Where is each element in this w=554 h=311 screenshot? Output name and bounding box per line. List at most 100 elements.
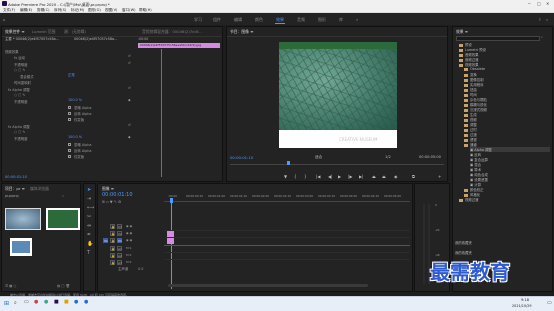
track-label-a2[interactable]: A2: [117, 253, 122, 258]
mark-out-icon[interactable]: }: [304, 174, 307, 179]
row-alpha1-ignore[interactable]: 忽略 Alpha: [74, 105, 92, 110]
tab-audio-clip-mixer[interactable]: 音频剪辑混合器：00046(2)7e4f...: [142, 29, 202, 35]
track-eye-icon[interactable]: ◉ ◉: [126, 225, 132, 228]
app-icon-4[interactable]: ●: [84, 300, 88, 305]
selection-tool-icon[interactable]: ➤: [87, 188, 91, 193]
start-icon[interactable]: ⊞: [4, 301, 9, 307]
reset-opacity-icon[interactable]: ↺: [128, 61, 131, 65]
master-track-value[interactable]: 0.0: [138, 267, 143, 271]
track-toggle[interactable]: 🔒: [110, 224, 115, 229]
row-alpha2-opacity[interactable]: 不透明度: [14, 136, 28, 141]
project-search-icon[interactable]: ⌕: [62, 194, 64, 198]
tab-effects[interactable]: 效果 ≡: [456, 29, 468, 35]
slip-tool-icon[interactable]: ⇹: [87, 224, 91, 229]
home-icon[interactable]: ⌂: [3, 17, 6, 22]
row-motion[interactable]: fx 运动: [14, 55, 25, 60]
row-blend-mode[interactable]: 混合模式: [20, 74, 34, 79]
invert-alpha-2-checkbox[interactable]: [68, 149, 71, 152]
row-alpha1-invert[interactable]: 反转 Alpha: [74, 111, 92, 116]
track-toggle[interactable]: 🔒: [110, 253, 115, 258]
clip-bar[interactable]: 00046(2)e4f570575c56aea5b/c22(9).jpg: [138, 43, 220, 48]
workspace-graphics[interactable]: 图形: [318, 17, 326, 23]
master-clip-label[interactable]: 主要 * 00046(2)e4f57057c58a...: [5, 37, 59, 41]
tree-item-alpha-adjust[interactable]: ▣ Alpha 调整: [470, 147, 550, 152]
track-select-icon[interactable]: ⇥: [87, 197, 91, 202]
reset-motion-icon[interactable]: ↺: [128, 54, 131, 58]
monitor-scrubber[interactable]: [230, 164, 444, 165]
folder-taskbar-icon[interactable]: ■: [64, 300, 69, 305]
track-toggle[interactable]: 🔒: [110, 231, 115, 236]
reset-alpha1-icon[interactable]: ↺: [128, 86, 131, 90]
mark-in-icon[interactable]: {: [294, 174, 297, 179]
track-toggle[interactable]: 🔒: [110, 260, 115, 265]
app-icon-1[interactable]: ●: [34, 300, 38, 305]
ripple-edit-icon[interactable]: ⟷: [87, 206, 94, 211]
effects-search-input[interactable]: [456, 36, 540, 41]
razor-tool-icon[interactable]: ✂: [87, 215, 91, 220]
favorites-1[interactable]: 我的收藏夹: [455, 240, 472, 245]
track-label-a3[interactable]: A3: [117, 260, 122, 265]
ignore-alpha-2-checkbox[interactable]: [68, 143, 71, 146]
add-marker-icon[interactable]: ▼: [284, 174, 287, 179]
type-tool-icon[interactable]: T: [87, 251, 90, 256]
quick-export-icon[interactable]: ⇪: [538, 17, 541, 22]
extract-icon[interactable]: ⏏: [382, 174, 386, 179]
favorites-2[interactable]: 我的收藏夹: [455, 250, 472, 255]
effects-filter-icon[interactable]: ⌕: [541, 35, 543, 40]
track-eye-icon[interactable]: ◉ ◉: [126, 232, 132, 235]
opacity-mask-icons[interactable]: ○ ▢ ✎: [14, 68, 25, 73]
track-toggle[interactable]: 🔒: [110, 238, 115, 243]
export-frame-icon[interactable]: ◉: [394, 174, 398, 179]
track-label-v3[interactable]: V3: [117, 224, 122, 229]
workspace-libraries[interactable]: 库: [339, 17, 343, 23]
list-view-icon[interactable]: ☰ ▦ ○: [5, 284, 16, 288]
workspace-color[interactable]: 颜色: [255, 17, 263, 23]
tab-source[interactable]: 源：(无剪辑): [64, 29, 86, 35]
comparison-view-icon[interactable]: ⧉: [412, 174, 415, 179]
invert-alpha-1-checkbox[interactable]: [68, 112, 71, 115]
effect-controls-timecode[interactable]: 00:00:01:10: [5, 175, 27, 180]
alpha1-mask-icons[interactable]: ○ ▢ ✎: [14, 93, 25, 98]
timeline-timecode[interactable]: 00:00:01:10: [102, 193, 133, 198]
tab-media-browser[interactable]: 媒体浏览器: [30, 186, 49, 192]
workspace-assembly[interactable]: 组件: [213, 17, 221, 23]
track-label-a1[interactable]: A1: [117, 246, 122, 251]
timeline-clip-v1[interactable]: [167, 238, 174, 244]
alpha1-opacity-value[interactable]: 100.0 %: [68, 98, 82, 102]
search-taskbar-icon[interactable]: ⌕: [14, 301, 17, 306]
track-mute-icon[interactable]: M S: [126, 261, 131, 264]
alpha2-mask-icons[interactable]: ○ ▢ ✎: [14, 130, 25, 135]
app-icon-2[interactable]: ●: [44, 300, 48, 305]
reset-alpha2-icon[interactable]: ↺: [128, 123, 131, 127]
go-to-out-icon[interactable]: ▶|: [359, 174, 363, 179]
mask-only-1-checkbox[interactable]: [68, 118, 71, 121]
quality-select[interactable]: 1/2: [385, 155, 391, 160]
project-thumb-2[interactable]: [46, 208, 80, 230]
more-workspaces-icon[interactable]: »: [356, 17, 358, 22]
go-to-in-icon[interactable]: |◀: [316, 174, 320, 179]
monitor-playhead[interactable]: [287, 161, 290, 165]
minimize-icon[interactable]: ─: [528, 1, 530, 6]
step-forward-icon[interactable]: |▶: [348, 174, 352, 179]
row-alpha-adjust-1[interactable]: fx Alpha 调整: [8, 87, 30, 92]
step-back-icon[interactable]: ◀|: [328, 174, 332, 179]
timeline-scrollbar[interactable]: [168, 284, 368, 287]
pen-tool-icon[interactable]: ✒: [87, 233, 91, 238]
row-alpha1-opacity[interactable]: 不透明度: [14, 99, 28, 104]
row-alpha2-mask-only[interactable]: 仅蒙版: [74, 154, 84, 159]
play-icon[interactable]: ▶: [338, 174, 341, 179]
tab-lumetri-scopes[interactable]: Lumetri 范围: [32, 29, 55, 35]
premiere-taskbar-icon[interactable]: ■: [54, 300, 59, 305]
tree-item-obsolete[interactable]: Obsolete: [464, 67, 485, 71]
mask-only-2-checkbox[interactable]: [68, 155, 71, 158]
keyframe-alpha1-icon[interactable]: ◆: [128, 98, 131, 102]
hand-tool-icon[interactable]: ✋: [87, 242, 93, 247]
lift-icon[interactable]: ⏏: [372, 174, 376, 179]
sequence-clip-label[interactable]: 00046(2)e4f57057c58a...: [74, 37, 117, 41]
tab-effect-controls[interactable]: 效果控件 ≡: [5, 29, 25, 35]
keyframe-alpha2-icon[interactable]: ◆: [128, 135, 131, 139]
row-alpha-adjust-2[interactable]: fx Alpha 调整: [8, 124, 30, 129]
project-thumb-3[interactable]: [10, 238, 32, 256]
fit-select[interactable]: 适合: [315, 155, 322, 160]
search-icon[interactable]: ⌕: [546, 17, 548, 22]
